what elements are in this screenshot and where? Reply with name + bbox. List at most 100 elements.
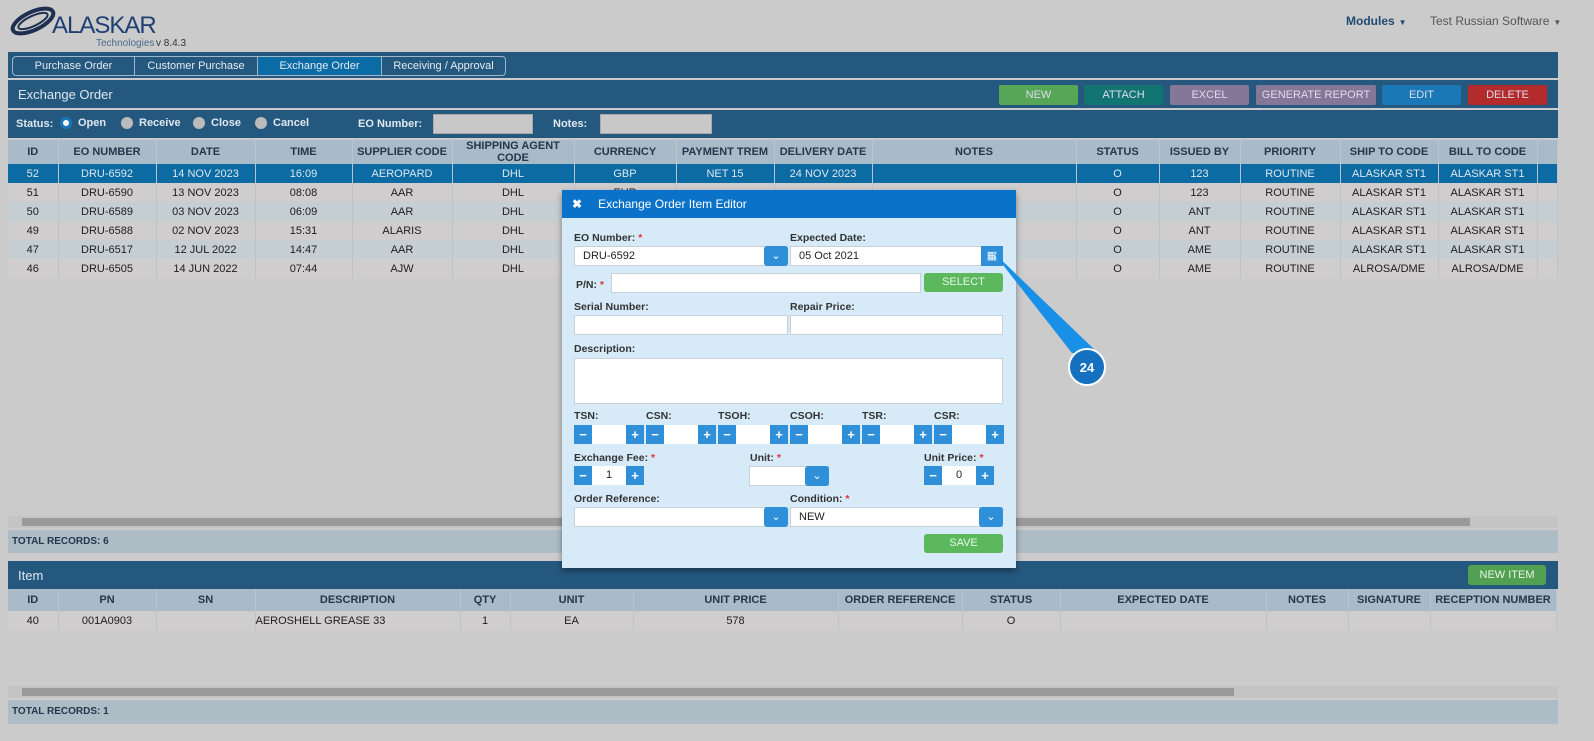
counter-value[interactable]	[880, 425, 914, 444]
generate-report-button[interactable]: GENERATE REPORT	[1256, 85, 1376, 105]
counter-stepper[interactable]: − +	[718, 425, 788, 444]
column-header[interactable]: EXPECTED DATE	[1060, 589, 1267, 611]
counter-value[interactable]	[592, 425, 626, 444]
column-header[interactable]: ORDER REFERENCE	[838, 589, 963, 611]
column-header[interactable]: RECEPTION NUMBER	[1430, 589, 1557, 611]
radio-cancel[interactable]: Cancel	[255, 117, 309, 130]
column-header[interactable]: UNIT	[510, 589, 634, 611]
column-header[interactable]: PN	[58, 589, 157, 611]
counter-value[interactable]	[664, 425, 698, 444]
table-row[interactable]: 52 DRU-6592 14 NOV 2023 16:09 AEROPARD DHL GBP…	[8, 164, 1558, 183]
table-row[interactable]: 40 001A0903 AEROSHELL GREASE 33 1 EA 578 O	[8, 611, 1557, 630]
column-header[interactable]: DELIVERY DATE	[774, 140, 873, 164]
counter-stepper[interactable]: − +	[934, 425, 1004, 444]
plus-icon[interactable]: +	[986, 425, 1004, 444]
column-header[interactable]: CURRENCY	[574, 140, 677, 164]
counter-value[interactable]	[736, 425, 770, 444]
chevron-down-icon[interactable]: ⌄	[764, 507, 788, 527]
column-header[interactable]: PRIORITY	[1240, 140, 1341, 164]
plus-icon[interactable]: +	[914, 425, 932, 444]
plus-icon[interactable]: +	[770, 425, 788, 444]
chevron-down-icon[interactable]: ⌄	[979, 507, 1003, 527]
counter-value[interactable]	[808, 425, 842, 444]
column-header[interactable]: STATUS	[1076, 140, 1160, 164]
counter-value[interactable]	[952, 425, 986, 444]
eo-number-select[interactable]: DRU-6592 ⌄	[574, 246, 788, 266]
modules-menu[interactable]: Modules ▼	[1346, 14, 1407, 28]
column-header[interactable]: STATUS	[962, 589, 1061, 611]
new-item-button[interactable]: NEW ITEM	[1468, 565, 1546, 585]
chevron-down-icon[interactable]: ⌄	[805, 466, 829, 486]
radio-close[interactable]: Close	[193, 117, 241, 130]
save-button[interactable]: SAVE	[924, 534, 1003, 553]
user-menu[interactable]: Test Russian Software ▼	[1430, 14, 1561, 28]
minus-icon[interactable]: −	[646, 425, 664, 444]
counter-stepper[interactable]: − +	[646, 425, 716, 444]
radio-receive[interactable]: Receive	[121, 117, 181, 130]
minus-icon[interactable]: −	[790, 425, 808, 444]
column-header[interactable]: NOTES	[872, 140, 1077, 164]
table-cell: O	[1076, 202, 1160, 221]
condition-select[interactable]: NEW ⌄	[790, 507, 1003, 527]
column-header[interactable]: DATE	[156, 140, 256, 164]
serial-number-input[interactable]	[574, 315, 788, 335]
column-header[interactable]: ID	[8, 589, 59, 611]
exchange-fee-stepper[interactable]: −1 +	[574, 466, 644, 485]
notes-input[interactable]	[600, 114, 712, 134]
tab-purchase-order[interactable]: Purchase Order	[13, 57, 135, 75]
minus-icon[interactable]: −	[862, 425, 880, 444]
edit-button[interactable]: EDIT	[1382, 85, 1461, 105]
repair-price-input[interactable]	[790, 315, 1003, 335]
column-header[interactable]: SHIP TO CODE	[1340, 140, 1439, 164]
plus-icon[interactable]: +	[842, 425, 860, 444]
eo-number-input[interactable]	[433, 114, 533, 134]
pn-input[interactable]	[611, 273, 921, 293]
tab-exchange-order[interactable]: Exchange Order	[258, 57, 382, 75]
radio-open[interactable]: Open	[60, 117, 106, 130]
new-button[interactable]: NEW	[999, 85, 1078, 105]
column-header[interactable]: TIME	[255, 140, 353, 164]
counter-stepper[interactable]: − +	[574, 425, 644, 444]
tab-receiving-approval[interactable]: Receiving / Approval	[382, 57, 505, 75]
tab-customer-purchase-order[interactable]: Customer Purchase Order	[135, 57, 258, 75]
minus-icon[interactable]: −	[924, 466, 942, 485]
scrollbar-thumb[interactable]	[22, 688, 1234, 696]
column-header[interactable]: EO NUMBER	[58, 140, 157, 164]
minus-icon[interactable]: −	[718, 425, 736, 444]
plus-icon[interactable]: +	[976, 466, 994, 485]
delete-button[interactable]: DELETE	[1468, 85, 1547, 105]
unit-price-value[interactable]: 0	[942, 466, 976, 485]
column-header[interactable]: SUPPLIER CODE	[352, 140, 453, 164]
excel-button[interactable]: EXCEL	[1170, 85, 1249, 105]
plus-icon[interactable]: +	[698, 425, 716, 444]
unit-select[interactable]: ⌄	[749, 466, 829, 486]
description-label: Description:	[574, 343, 636, 355]
close-icon[interactable]: ✖	[572, 197, 582, 211]
counter-stepper[interactable]: − +	[862, 425, 932, 444]
column-header[interactable]: ISSUED BY	[1159, 140, 1241, 164]
column-header[interactable]: QTY	[460, 589, 511, 611]
plus-icon[interactable]: +	[626, 466, 644, 485]
attach-button[interactable]: ATTACH	[1084, 85, 1163, 105]
column-header[interactable]: SIGNATURE	[1348, 589, 1431, 611]
items-horizontal-scrollbar[interactable]	[8, 686, 1558, 698]
minus-icon[interactable]: −	[574, 466, 592, 485]
plus-icon[interactable]: +	[626, 425, 644, 444]
column-header[interactable]: SN	[156, 589, 256, 611]
column-header[interactable]: PAYMENT TREM	[676, 140, 775, 164]
column-header[interactable]: DESCRIPTION	[255, 589, 461, 611]
description-textarea[interactable]	[574, 358, 1003, 404]
column-header[interactable]: UNIT PRICE	[633, 589, 839, 611]
minus-icon[interactable]: −	[934, 425, 952, 444]
minus-icon[interactable]: −	[574, 425, 592, 444]
chevron-down-icon[interactable]: ⌄	[764, 246, 788, 266]
counter-stepper[interactable]: − +	[790, 425, 860, 444]
expected-date-input[interactable]: 05 Oct 2021 ▦	[790, 246, 1003, 266]
unit-price-stepper[interactable]: −0 +	[924, 466, 994, 485]
order-reference-select[interactable]: ⌄	[574, 507, 788, 527]
exchange-fee-value[interactable]: 1	[592, 466, 626, 485]
column-header[interactable]: ID	[8, 140, 59, 164]
column-header[interactable]: NOTES	[1266, 589, 1349, 611]
column-header[interactable]: SHIPPING AGENT CODE	[452, 140, 575, 164]
column-header[interactable]: BILL TO CODE	[1438, 140, 1538, 164]
